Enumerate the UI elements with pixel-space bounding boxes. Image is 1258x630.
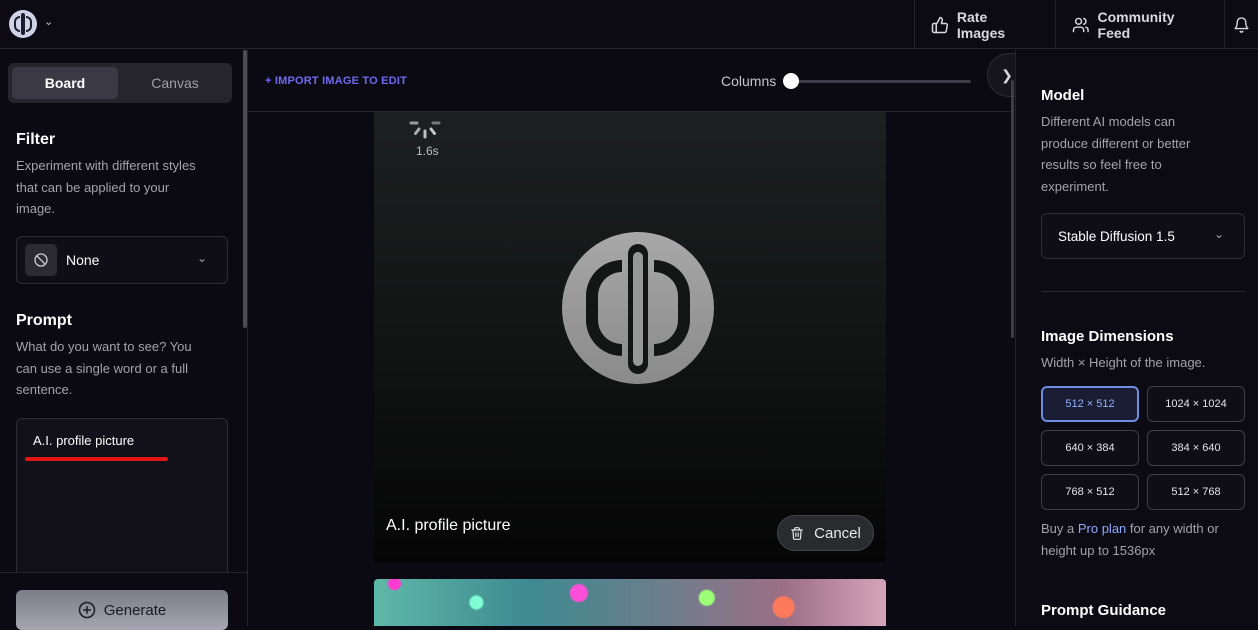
prompt-input-value: A.I. profile picture <box>33 433 135 448</box>
model-selected-value: Stable Diffusion 1.5 <box>1058 229 1175 244</box>
rate-images-label: Rate Images <box>956 8 1006 41</box>
filter-description: Experiment with different styles that ca… <box>16 158 196 216</box>
red-underline-annotation <box>25 457 168 461</box>
left-panel: Board Canvas Filter Experiment with diff… <box>0 50 248 630</box>
dimension-option-768x512[interactable]: 768 × 512 <box>1041 474 1139 510</box>
ban-icon <box>25 244 57 276</box>
columns-slider-track[interactable] <box>791 80 971 83</box>
view-toggle: Board Canvas <box>8 63 232 103</box>
import-image-button[interactable]: + IMPORT IMAGE TO EDIT <box>265 75 407 87</box>
pro-plan-link[interactable]: Pro plan <box>1078 521 1126 536</box>
generate-label: Generate <box>103 601 167 619</box>
image-dimensions-title: Image Dimensions <box>1041 328 1174 345</box>
chevron-down-icon: ⌄ <box>197 251 208 265</box>
dimension-option-512x512[interactable]: 512 × 512 <box>1041 386 1139 422</box>
board-scrollbar[interactable] <box>1011 80 1014 338</box>
cancel-button[interactable]: Cancel <box>777 515 874 551</box>
chevron-down-icon: ⌄ <box>1214 227 1225 241</box>
prompt-description: What do you want to see? You can use a s… <box>16 339 192 397</box>
right-panel: Model Different AI models can produce di… <box>1015 50 1258 626</box>
community-feed-label: Community Feed <box>1097 8 1175 41</box>
loading-spinner-icon <box>409 121 441 139</box>
notifications-button[interactable] <box>1224 0 1258 49</box>
generation-timer: 1.6s <box>416 144 439 158</box>
app-logo-icon[interactable] <box>9 10 37 38</box>
tab-canvas[interactable]: Canvas <box>122 67 228 99</box>
columns-label: Columns <box>721 73 777 89</box>
columns-slider-handle[interactable] <box>783 73 799 89</box>
prompt-title: Prompt <box>16 312 72 329</box>
model-description: Different AI models can produce differen… <box>1041 114 1191 194</box>
cancel-label: Cancel <box>814 524 861 542</box>
rate-images-button[interactable]: Rate Images <box>914 0 1055 49</box>
generated-image-thumbnail[interactable] <box>374 579 886 626</box>
model-title: Model <box>1041 87 1085 104</box>
pro-plan-note: Buy a Pro plan for any width or height u… <box>1041 521 1219 558</box>
bell-icon <box>1234 16 1249 33</box>
trash-icon <box>791 526 803 540</box>
model-select[interactable]: Stable Diffusion 1.5 ⌄ <box>1041 213 1245 259</box>
card-prompt-title: A.I. profile picture <box>386 517 511 534</box>
plus-circle-icon <box>78 601 95 619</box>
image-dimensions-description: Width × Height of the image. <box>1041 355 1206 370</box>
board-area: + IMPORT IMAGE TO EDIT Columns ❯ 1.6s A.… <box>248 50 1027 626</box>
filter-selected-value: None <box>66 252 100 268</box>
community-feed-button[interactable]: Community Feed <box>1055 0 1224 49</box>
generating-image-card: 1.6s A.I. profile picture Cancel <box>374 112 886 562</box>
prompt-guidance-title: Prompt Guidance <box>1041 602 1167 619</box>
left-scrollbar[interactable] <box>243 50 247 328</box>
prompt-input[interactable]: A.I. profile picture <box>16 418 228 588</box>
filter-title: Filter <box>16 131 56 148</box>
board-toolbar: + IMPORT IMAGE TO EDIT Columns ❯ <box>248 50 1027 112</box>
top-bar: ⌄ Rate Images Community Feed <box>0 0 1258 49</box>
thumbs-up-icon <box>931 16 949 33</box>
generate-button[interactable]: Generate <box>16 590 228 630</box>
dimension-option-1024x1024[interactable]: 1024 × 1024 <box>1147 386 1245 422</box>
dimension-option-640x384[interactable]: 640 × 384 <box>1041 430 1139 466</box>
section-divider <box>1041 291 1245 292</box>
left-panel-footer: Generate <box>0 572 247 630</box>
chevron-down-icon[interactable]: ⌄ <box>44 15 53 28</box>
dimension-option-512x768[interactable]: 512 × 768 <box>1147 474 1245 510</box>
tab-board[interactable]: Board <box>12 67 118 99</box>
users-icon <box>1072 17 1089 32</box>
placeholder-logo-icon <box>562 232 714 384</box>
dimension-option-384x640[interactable]: 384 × 640 <box>1147 430 1245 466</box>
filter-select[interactable]: None ⌄ <box>16 236 228 284</box>
